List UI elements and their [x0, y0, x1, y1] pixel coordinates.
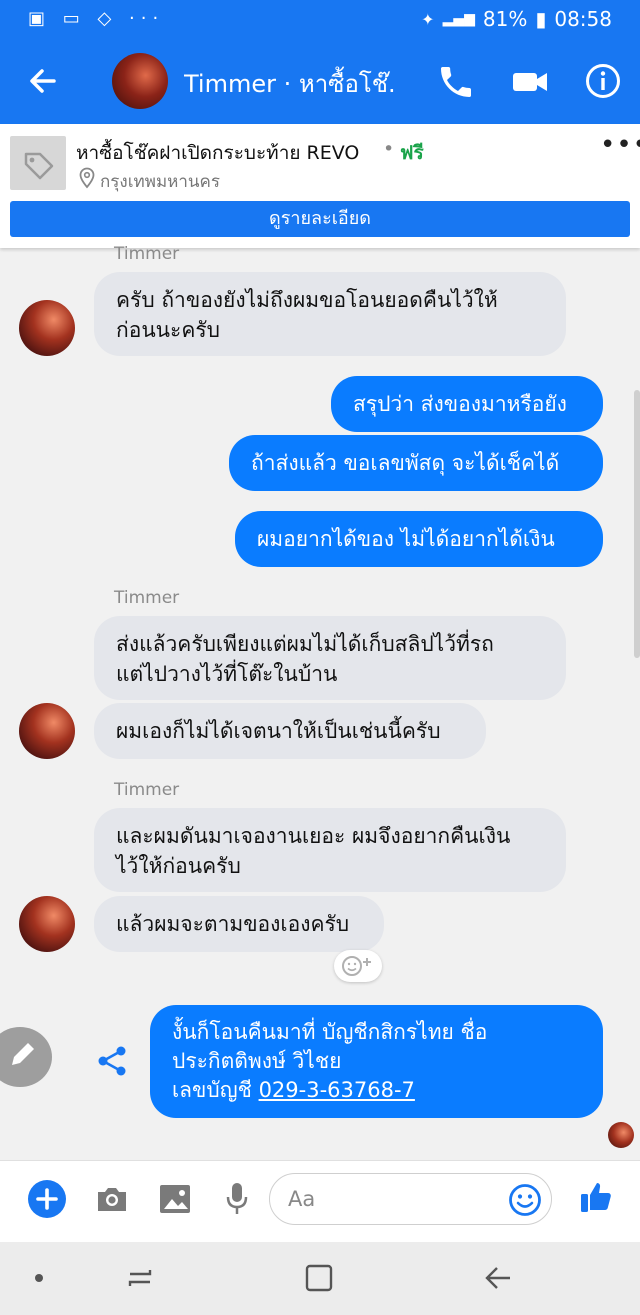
- gallery-icon[interactable]: [158, 1183, 192, 1215]
- info-icon[interactable]: [584, 62, 622, 100]
- add-reaction-button[interactable]: [334, 950, 382, 982]
- message-line: ก่อนนะครับ: [116, 318, 220, 342]
- microphone-icon[interactable]: [224, 1181, 250, 1217]
- pencil-icon: [12, 1043, 34, 1065]
- recent-apps-icon[interactable]: [124, 1264, 156, 1292]
- message-line: แล้วผมจะตามของเองครับ: [116, 912, 350, 936]
- message-bubble-incoming[interactable]: ผมเองก็ไม่ได้เจตนาให้เป็นเช่นนี้ครับ: [94, 703, 486, 759]
- phone-icon[interactable]: [436, 62, 476, 102]
- wifi-icon: ✦: [421, 9, 435, 29]
- location-pin-icon: [79, 167, 95, 189]
- conversation-title[interactable]: Timmer · หาซื้อโช๊...: [184, 64, 394, 103]
- message-bubble-incoming[interactable]: ครับ ถ้าของยังไม่ถึงผมขอโอนยอดคืนไว้ให้ …: [94, 272, 566, 356]
- message-bubble-outgoing[interactable]: สรุปว่า ส่งของมาหรือยัง: [331, 376, 603, 432]
- conversation-header: Timmer · หาซื้อโช๊...: [0, 38, 640, 124]
- message-line: ผมอยากได้ของ ไม่ได้อยากได้เงิน: [257, 527, 555, 551]
- listing-title: หาซื้อโช๊คฝาเปิดกระบะท้าย REVO: [76, 142, 360, 164]
- plus-icon: [36, 1188, 58, 1210]
- video-icon[interactable]: [510, 64, 550, 100]
- message-line: ผมเองก็ไม่ได้เจตนาให้เป็นเช่นนี้ครับ: [116, 719, 441, 743]
- message-bubble-outgoing[interactable]: ถ้าส่งแล้ว ขอเลขพัสดุ จะได้เช็คได้: [229, 435, 603, 491]
- message-line: สรุปว่า ส่งของมาหรือยัง: [353, 392, 567, 416]
- message-line: ถ้าส่งแล้ว ขอเลขพัสดุ จะได้เช็คได้: [251, 451, 560, 475]
- camera-icon[interactable]: [94, 1183, 130, 1215]
- notification-icons: ▣ ▭ ◇ ···: [28, 8, 165, 29]
- message-line: เลขบัญชี 029-3-63768-7: [172, 1076, 581, 1105]
- message-line: แต่ไปวางไว้ที่โต๊ะในบ้าน: [116, 662, 338, 686]
- message-bubble-incoming[interactable]: และผมดันมาเจองานเยอะ ผมจึงอยากคืนเงิน ไว…: [94, 808, 566, 892]
- sender-avatar[interactable]: [19, 896, 75, 952]
- message-line: ส่งแล้วครับเพียงแต่ผมไม่ได้เก็บสลิปไว้ที…: [116, 632, 494, 656]
- home-icon[interactable]: [304, 1263, 334, 1293]
- message-input-placeholder: Aa: [288, 1187, 316, 1211]
- message-line: ไว้ให้ก่อนครับ: [116, 854, 241, 878]
- contact-avatar[interactable]: [112, 53, 168, 109]
- scrollbar[interactable]: [634, 390, 640, 658]
- message-text: เลขบัญชี: [172, 1078, 259, 1102]
- add-reaction-icon: [342, 956, 371, 976]
- view-details-button[interactable]: ดูรายละเอียด: [10, 201, 630, 237]
- status-bar: ▣ ▭ ◇ ··· ✦ ▂▄▆ 81% ▮ 08:58: [0, 0, 640, 38]
- sender-name: Timmer: [114, 780, 180, 800]
- marketplace-listing-card: หาซื้อโช๊คฝาเปิดกระบะท้าย REVO • ฟรี •••…: [0, 124, 640, 248]
- emoji-icon[interactable]: [508, 1183, 542, 1217]
- system-navigation-bar: [0, 1242, 640, 1315]
- message-bubble-outgoing[interactable]: งั้นก็โอนคืนมาที่ บัญชีกสิกรไทย ชื่อ ประ…: [150, 1005, 603, 1118]
- back-arrow-icon[interactable]: [22, 60, 64, 102]
- sender-name: Timmer: [114, 244, 180, 264]
- message-bubble-outgoing[interactable]: ผมอยากได้ของ ไม่ได้อยากได้เงิน: [235, 511, 603, 567]
- back-nav-icon[interactable]: [484, 1264, 514, 1292]
- more-actions-button[interactable]: [28, 1180, 66, 1218]
- battery-percent: 81%: [482, 7, 528, 31]
- sender-name: Timmer: [114, 588, 180, 608]
- thumbs-up-icon[interactable]: [578, 1178, 616, 1216]
- dot-icon[interactable]: [33, 1272, 45, 1284]
- message-line: ครับ ถ้าของยังไม่ถึงผมขอโอนยอดคืนไว้ให้: [116, 288, 498, 312]
- message-bubble-incoming[interactable]: แล้วผมจะตามของเองครับ: [94, 896, 384, 952]
- account-number-link[interactable]: 029-3-63768-7: [259, 1078, 415, 1102]
- message-line: และผมดันมาเจองานเยอะ ผมจึงอยากคืนเงิน: [116, 824, 511, 848]
- listing-location: กรุงเทพมหานคร: [100, 172, 221, 192]
- share-icon[interactable]: [95, 1044, 129, 1078]
- sender-avatar[interactable]: [19, 300, 75, 356]
- clock: 08:58: [554, 7, 612, 31]
- tag-icon: [24, 152, 54, 180]
- battery-icon: ▮: [535, 7, 547, 31]
- message-line: งั้นก็โอนคืนมาที่ บัญชีกสิกรไทย ชื่อ: [172, 1020, 488, 1044]
- listing-price: ฟรี: [400, 142, 424, 164]
- signal-icon: ▂▄▆: [442, 11, 475, 27]
- listing-thumbnail[interactable]: [10, 136, 66, 190]
- message-line: ประกิตติพงษ์ วิไชย: [172, 1049, 342, 1073]
- edit-floating-button[interactable]: [0, 1027, 52, 1087]
- sender-avatar[interactable]: [19, 703, 75, 759]
- message-bubble-incoming[interactable]: ส่งแล้วครับเพียงแต่ผมไม่ได้เก็บสลิปไว้ที…: [94, 616, 566, 700]
- separator-dot: •: [383, 138, 395, 160]
- seen-receipt-avatar: [608, 1122, 634, 1148]
- more-options-button[interactable]: •••: [600, 130, 640, 160]
